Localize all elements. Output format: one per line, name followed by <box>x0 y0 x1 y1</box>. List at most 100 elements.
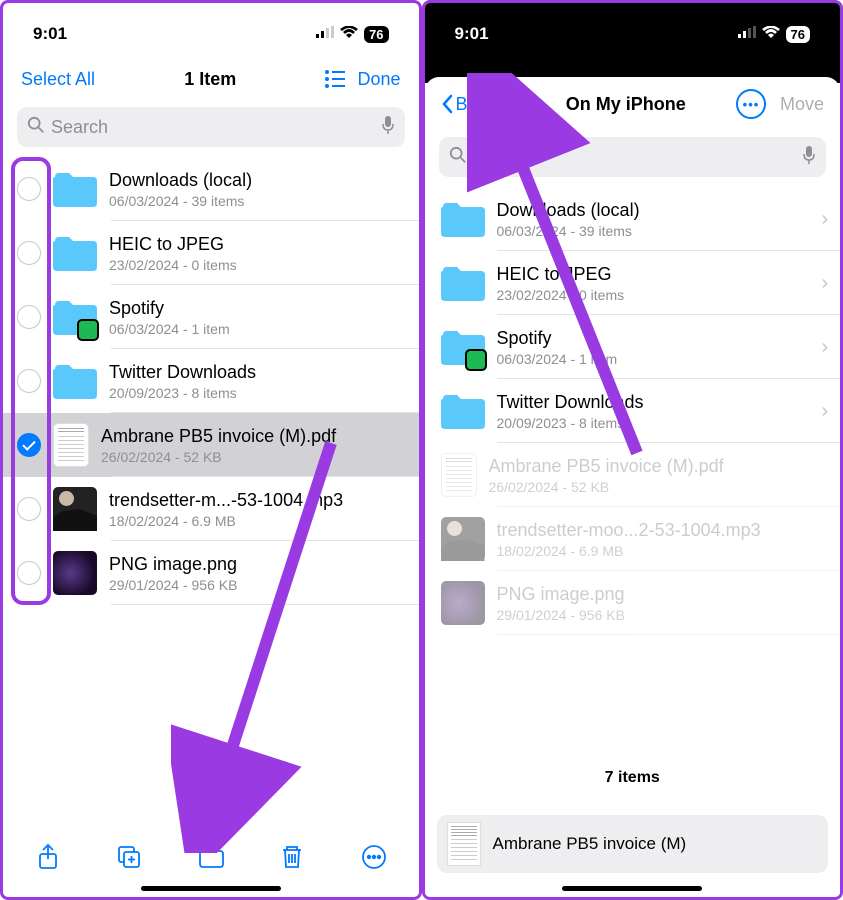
file-name: Downloads (local) <box>109 170 407 191</box>
nav-right: Done <box>325 69 400 90</box>
toolbar <box>3 833 419 881</box>
list-item: Ambrane PB5 invoice (M).pdf 26/02/2024 -… <box>425 443 841 507</box>
list-item[interactable]: Downloads (local) 06/03/2024 - 39 items <box>3 157 419 221</box>
selection-radio[interactable] <box>17 561 41 585</box>
file-name: HEIC to JPEG <box>109 234 407 255</box>
list-item[interactable]: Downloads (local) 06/03/2024 - 39 items … <box>425 187 841 251</box>
microphone-icon[interactable] <box>381 115 395 140</box>
selection-radio[interactable] <box>17 241 41 265</box>
duplicate-button[interactable] <box>104 843 154 871</box>
file-meta: 26/02/2024 - 52 KB <box>489 479 829 495</box>
file-meta: 20/09/2023 - 8 items <box>109 385 407 401</box>
file-name: Spotify <box>109 298 407 319</box>
phone-right: 9:01 76 Browse On My iPhone ••• Move Sea… <box>422 0 843 900</box>
select-all-button[interactable]: Select All <box>21 69 95 90</box>
status-bar: 9:01 76 <box>425 3 841 57</box>
file-meta: 26/02/2024 - 52 KB <box>101 449 407 465</box>
selection-radio[interactable] <box>17 177 41 201</box>
share-button[interactable] <box>23 843 73 871</box>
file-meta: 06/03/2024 - 39 items <box>109 193 407 209</box>
file-name: Ambrane PB5 invoice (M).pdf <box>489 456 829 477</box>
chevron-right-icon: › <box>821 208 828 231</box>
list-item[interactable]: Twitter Downloads 20/09/2023 - 8 items <box>3 349 419 413</box>
folder-icon <box>441 389 485 433</box>
folder-icon <box>53 359 97 403</box>
done-button[interactable]: Done <box>357 69 400 90</box>
folder-icon <box>53 231 97 275</box>
move-sheet: Browse On My iPhone ••• Move Search Down… <box>425 77 841 897</box>
list-item[interactable]: Spotify 06/03/2024 - 1 item › <box>425 315 841 379</box>
list-item[interactable]: HEIC to JPEG 23/02/2024 - 0 items <box>3 221 419 285</box>
document-icon <box>53 423 89 467</box>
battery-icon: 76 <box>786 26 810 43</box>
chevron-left-icon <box>441 94 453 114</box>
delete-button[interactable] <box>267 843 317 871</box>
status-icons: 76 <box>316 25 388 43</box>
move-button[interactable]: Move <box>780 94 824 115</box>
move-footer-label: Ambrane PB5 invoice (M) <box>493 834 687 854</box>
status-icons: 76 <box>738 25 810 43</box>
list-item[interactable]: Twitter Downloads 20/09/2023 - 8 items › <box>425 379 841 443</box>
cellular-signal-icon <box>738 25 756 43</box>
search-bar[interactable]: Search <box>17 107 405 147</box>
back-button[interactable]: Browse <box>441 94 516 115</box>
audio-thumbnail-icon <box>53 487 97 531</box>
file-name: Ambrane PB5 invoice (M).pdf <box>101 426 407 447</box>
cellular-signal-icon <box>316 25 334 43</box>
selection-radio[interactable] <box>17 497 41 521</box>
status-wrap: 9:01 76 <box>425 3 841 83</box>
file-name: PNG image.png <box>109 554 407 575</box>
spotify-icon <box>77 319 99 341</box>
spotify-icon <box>465 349 487 371</box>
search-icon <box>27 116 45 139</box>
image-thumbnail-icon <box>53 551 97 595</box>
more-options-button[interactable]: ••• <box>736 89 766 119</box>
nav-title: 1 Item <box>184 69 236 90</box>
file-meta: 18/02/2024 - 6.9 MB <box>109 513 407 529</box>
list-item: trendsetter-moo...2-53-1004.mp3 18/02/20… <box>425 507 841 571</box>
list-view-icon[interactable] <box>325 70 345 88</box>
file-meta: 06/03/2024 - 39 items <box>497 223 810 239</box>
selection-radio[interactable] <box>17 305 41 329</box>
nav-right: ••• Move <box>736 89 824 119</box>
home-indicator[interactable] <box>141 886 281 891</box>
list-item[interactable]: Ambrane PB5 invoice (M).pdf 26/02/2024 -… <box>3 413 419 477</box>
chevron-right-icon: › <box>821 400 828 423</box>
selection-radio[interactable] <box>17 369 41 393</box>
file-name: HEIC to JPEG <box>497 264 810 285</box>
list-item[interactable]: PNG image.png 29/01/2024 - 956 KB <box>3 541 419 605</box>
status-bar: 9:01 76 <box>3 3 419 57</box>
battery-icon: 76 <box>364 26 388 43</box>
file-list: Downloads (local) 06/03/2024 - 39 items … <box>425 187 841 635</box>
search-placeholder: Search <box>473 147 797 168</box>
file-name: Twitter Downloads <box>109 362 407 383</box>
item-count: 7 items <box>3 765 419 815</box>
nav-title: On My iPhone <box>566 94 686 115</box>
file-name: PNG image.png <box>497 584 829 605</box>
file-name: trendsetter-moo...2-53-1004.mp3 <box>497 520 829 541</box>
home-indicator[interactable] <box>562 886 702 891</box>
folder-icon <box>53 167 97 211</box>
wifi-icon <box>340 25 358 43</box>
list-item[interactable]: trendsetter-m...-53-1004.mp3 18/02/2024 … <box>3 477 419 541</box>
move-folder-button[interactable] <box>186 843 236 871</box>
file-meta: 23/02/2024 - 0 items <box>497 287 810 303</box>
list-item[interactable]: HEIC to JPEG 23/02/2024 - 0 items › <box>425 251 841 315</box>
file-meta: 23/02/2024 - 0 items <box>109 257 407 273</box>
folder-icon <box>441 261 485 305</box>
folder-icon <box>441 325 485 369</box>
more-button[interactable] <box>349 843 399 871</box>
file-meta: 29/01/2024 - 956 KB <box>497 607 829 623</box>
file-meta: 06/03/2024 - 1 item <box>497 351 810 367</box>
file-name: Spotify <box>497 328 810 349</box>
image-thumbnail-icon <box>441 581 485 625</box>
file-list: Downloads (local) 06/03/2024 - 39 items … <box>3 157 419 605</box>
move-footer: Ambrane PB5 invoice (M) <box>437 815 829 873</box>
search-bar[interactable]: Search <box>439 137 827 177</box>
list-item[interactable]: Spotify 06/03/2024 - 1 item <box>3 285 419 349</box>
selection-radio[interactable] <box>17 433 41 457</box>
status-time: 9:01 <box>33 24 67 44</box>
document-icon <box>441 453 477 497</box>
folder-icon <box>53 295 97 339</box>
microphone-icon[interactable] <box>802 145 816 170</box>
